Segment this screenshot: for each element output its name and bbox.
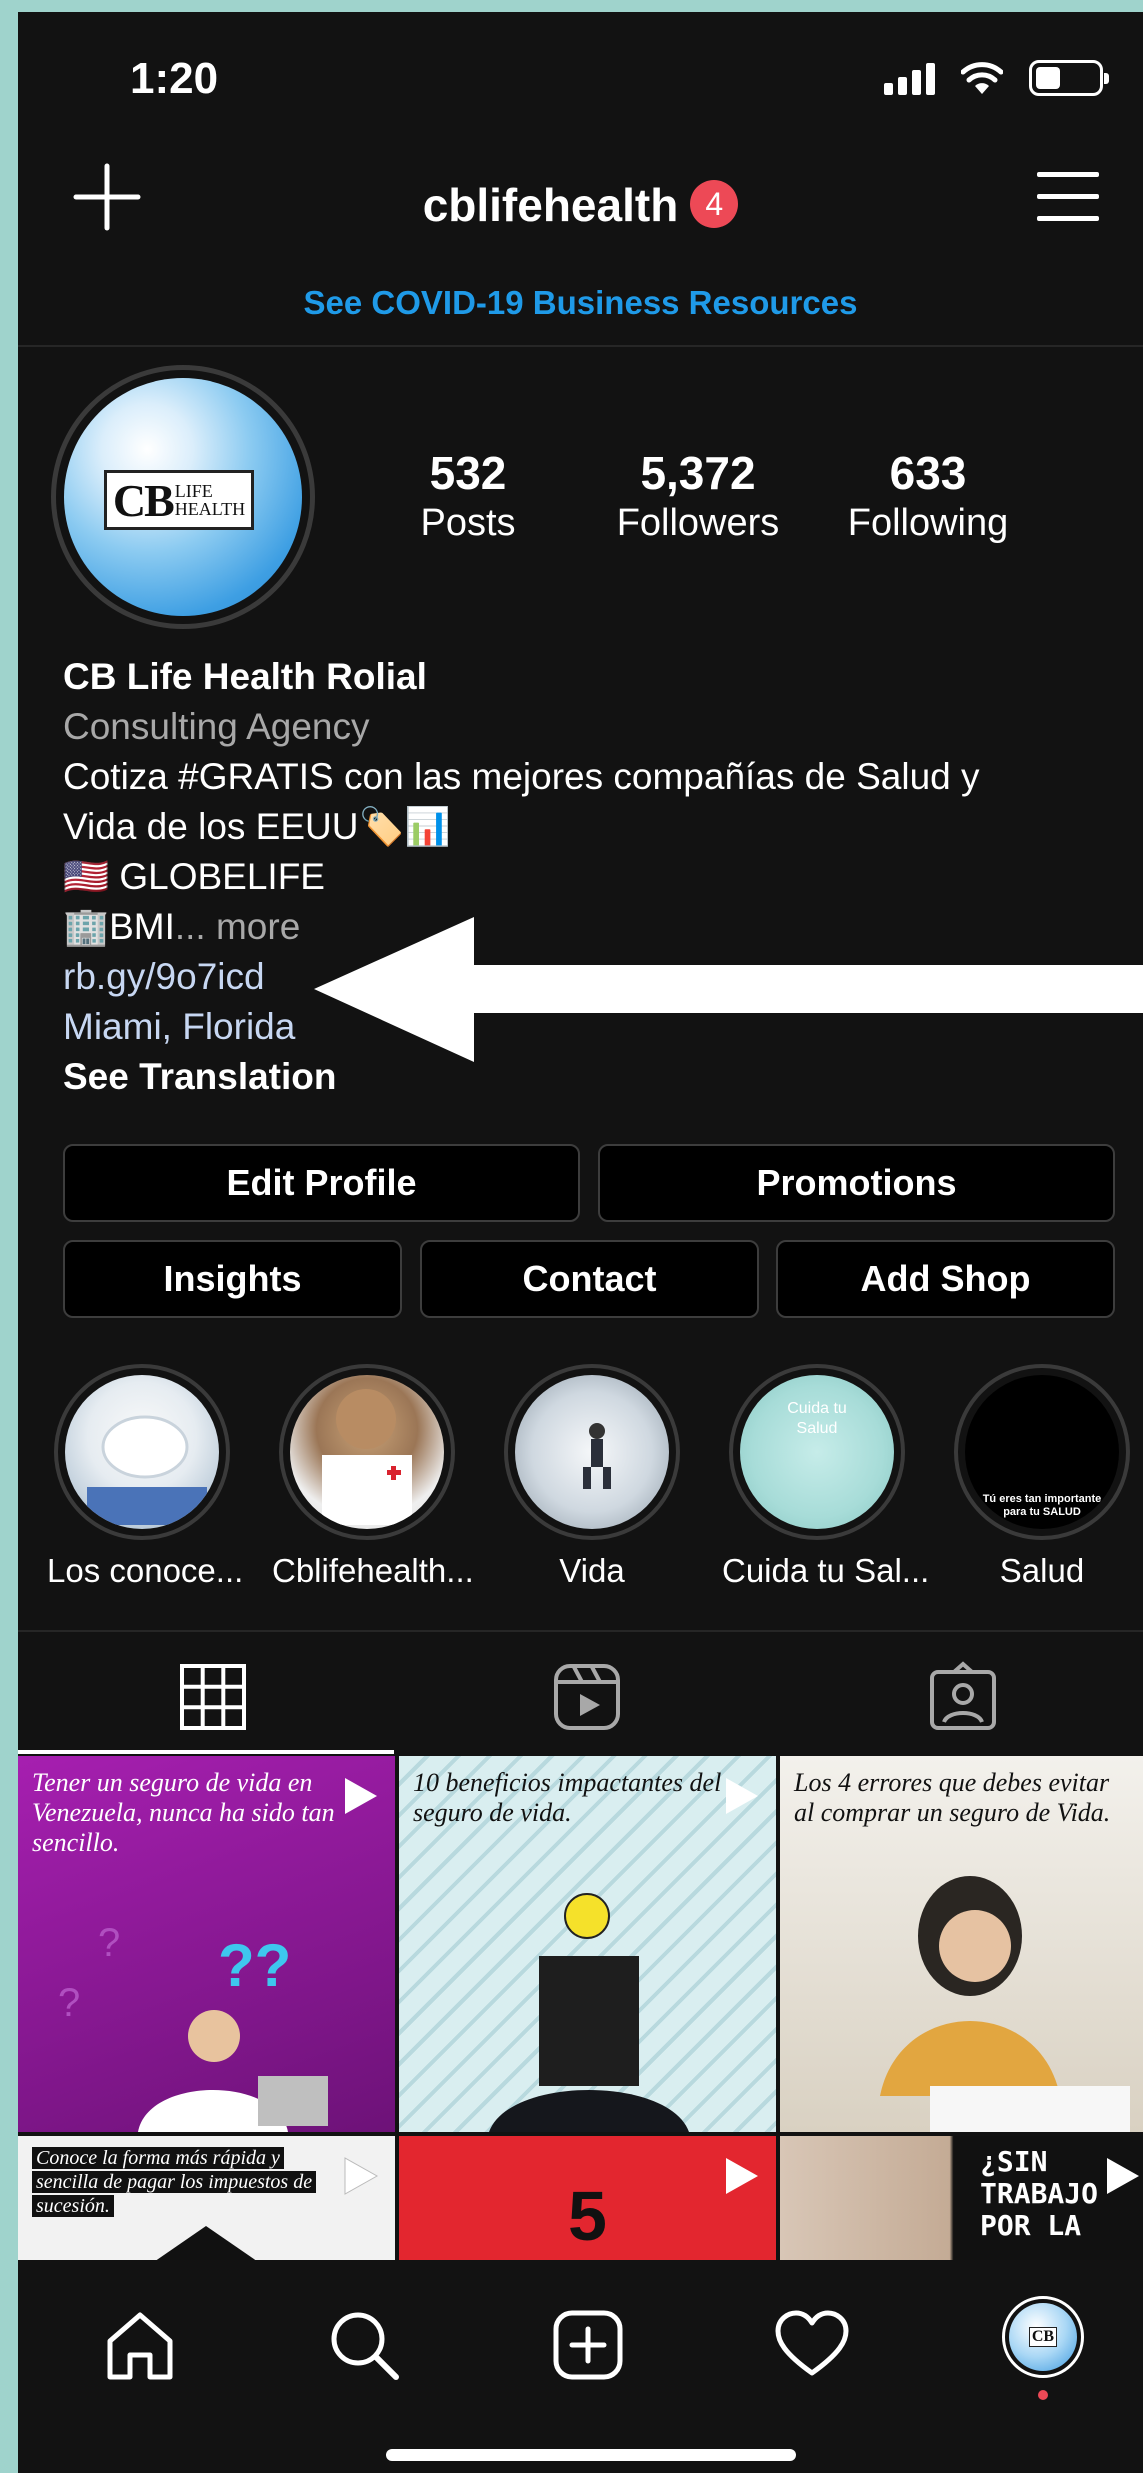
post-thumbnail[interactable]: 10 beneficios impactantes del seguro de … [399, 1756, 776, 2132]
post-caption: ¿SIN TRABAJO POR LA [980, 2145, 1099, 2242]
highlight-overlay-text: Cuida tu Salud [787, 1400, 847, 1437]
highlight-label: Cblifehealth... [272, 1552, 474, 1589]
stat-followers[interactable]: 5,372 Followers [588, 446, 808, 545]
profile-avatar-icon[interactable]: CB [1002, 2296, 1084, 2378]
post-caption: Conoce la forma más rápida y sencilla de… [32, 2146, 325, 2218]
svg-text:??: ?? [218, 1932, 291, 1999]
header-divider [18, 345, 1143, 347]
cellular-signal-icon [884, 61, 935, 95]
grid-icon[interactable] [176, 1660, 250, 1734]
story-highlight[interactable]: Tú eres tan importante para tu SALUD Sal… [947, 1364, 1137, 1590]
post-caption: Los 4 errores que debes evitar al compra… [794, 1768, 1111, 1827]
edit-profile-button[interactable]: Edit Profile [63, 1144, 580, 1222]
highlight-label: Salud [999, 1552, 1085, 1589]
home-indicator[interactable] [386, 2449, 796, 2461]
svg-text:?: ? [98, 1921, 120, 1965]
post-caption: 10 beneficios impactantes del seguro de … [413, 1768, 722, 1827]
svg-text:?: ? [58, 1981, 80, 2025]
bio-line: Vida de los EEUU🏷️📊 [63, 806, 451, 847]
bio-line: 🏢BMI [63, 906, 175, 947]
reel-play-icon [726, 1778, 758, 1814]
reel-play-icon [1107, 2158, 1139, 2194]
story-highlight[interactable]: Cuida tu Salud Cuida tu Sal... [722, 1364, 930, 1590]
notification-badge: 4 [690, 180, 739, 228]
story-highlight[interactable]: Cblifehealth... [272, 1364, 474, 1590]
status-time: 1:20 [130, 54, 219, 103]
reel-play-icon [726, 2158, 758, 2194]
search-icon[interactable] [326, 2307, 402, 2383]
stat-following[interactable]: 633 Following [828, 446, 1028, 545]
reel-play-icon [344, 2157, 379, 2195]
bio-more-link[interactable]: ... more [175, 906, 300, 947]
post-thumbnail[interactable]: Los 4 errores que debes evitar al compra… [780, 1756, 1143, 2132]
add-shop-button[interactable]: Add Shop [776, 1240, 1115, 1318]
phone-screen: 1:20 cblifehealth 4 See COVID-19 Business… [18, 12, 1143, 2473]
battery-icon [1029, 60, 1109, 96]
stat-posts[interactable]: 532 Posts [388, 446, 548, 545]
wifi-icon [961, 62, 1003, 94]
active-tab-indicator [18, 1750, 394, 1754]
highlight-overlay-text: Tú eres tan importante para tu SALUD [982, 1493, 1102, 1518]
contact-button[interactable]: Contact [420, 1240, 759, 1318]
profile-stats: 532 Posts 5,372 Followers 633 Following [388, 446, 1028, 545]
promotions-button[interactable]: Promotions [598, 1144, 1115, 1222]
annotation-arrow-icon [314, 917, 1143, 1062]
tagged-icon[interactable] [926, 1660, 1000, 1734]
insights-button[interactable]: Insights [63, 1240, 402, 1318]
profile-avatar[interactable]: CB LIFE HEALTH [51, 365, 315, 629]
story-highlight[interactable]: Los conoce... [47, 1364, 244, 1590]
avatar-image: CB LIFE HEALTH [64, 378, 302, 616]
post-thumbnail[interactable]: Tener un seguro de vida en Venezuela, nu… [18, 1756, 395, 2132]
covid-resources-link[interactable]: See COVID-19 Business Resources [18, 284, 1143, 322]
bio-line: 🇺🇸 GLOBELIFE [63, 856, 325, 897]
new-post-icon[interactable] [550, 2307, 626, 2383]
profile-category: Consulting Agency [63, 706, 370, 747]
highlight-label: Vida [559, 1552, 625, 1589]
bio-line: Cotiza #GRATIS con las mejores compañías… [63, 756, 980, 797]
brand-logo: CB LIFE HEALTH [104, 470, 254, 530]
menu-hamburger-icon[interactable] [1037, 172, 1099, 224]
reel-play-icon [345, 1778, 377, 1814]
username-title: cblifehealth [422, 179, 679, 231]
activity-heart-icon[interactable] [774, 2307, 850, 2383]
profile-name: CB Life Health Rolial [63, 656, 427, 697]
account-switcher[interactable]: cblifehealth 4 [18, 178, 1143, 232]
highlight-label: Cuida tu Sal... [722, 1552, 930, 1589]
highlight-label: Los conoce... [47, 1552, 244, 1589]
home-icon[interactable] [102, 2307, 178, 2383]
post-caption: Tener un seguro de vida en Venezuela, nu… [32, 1768, 335, 1857]
notification-dot [1038, 2390, 1048, 2400]
reels-icon[interactable] [550, 1660, 624, 1734]
status-icons [884, 60, 1109, 96]
story-highlight[interactable]: Vida [497, 1364, 687, 1590]
